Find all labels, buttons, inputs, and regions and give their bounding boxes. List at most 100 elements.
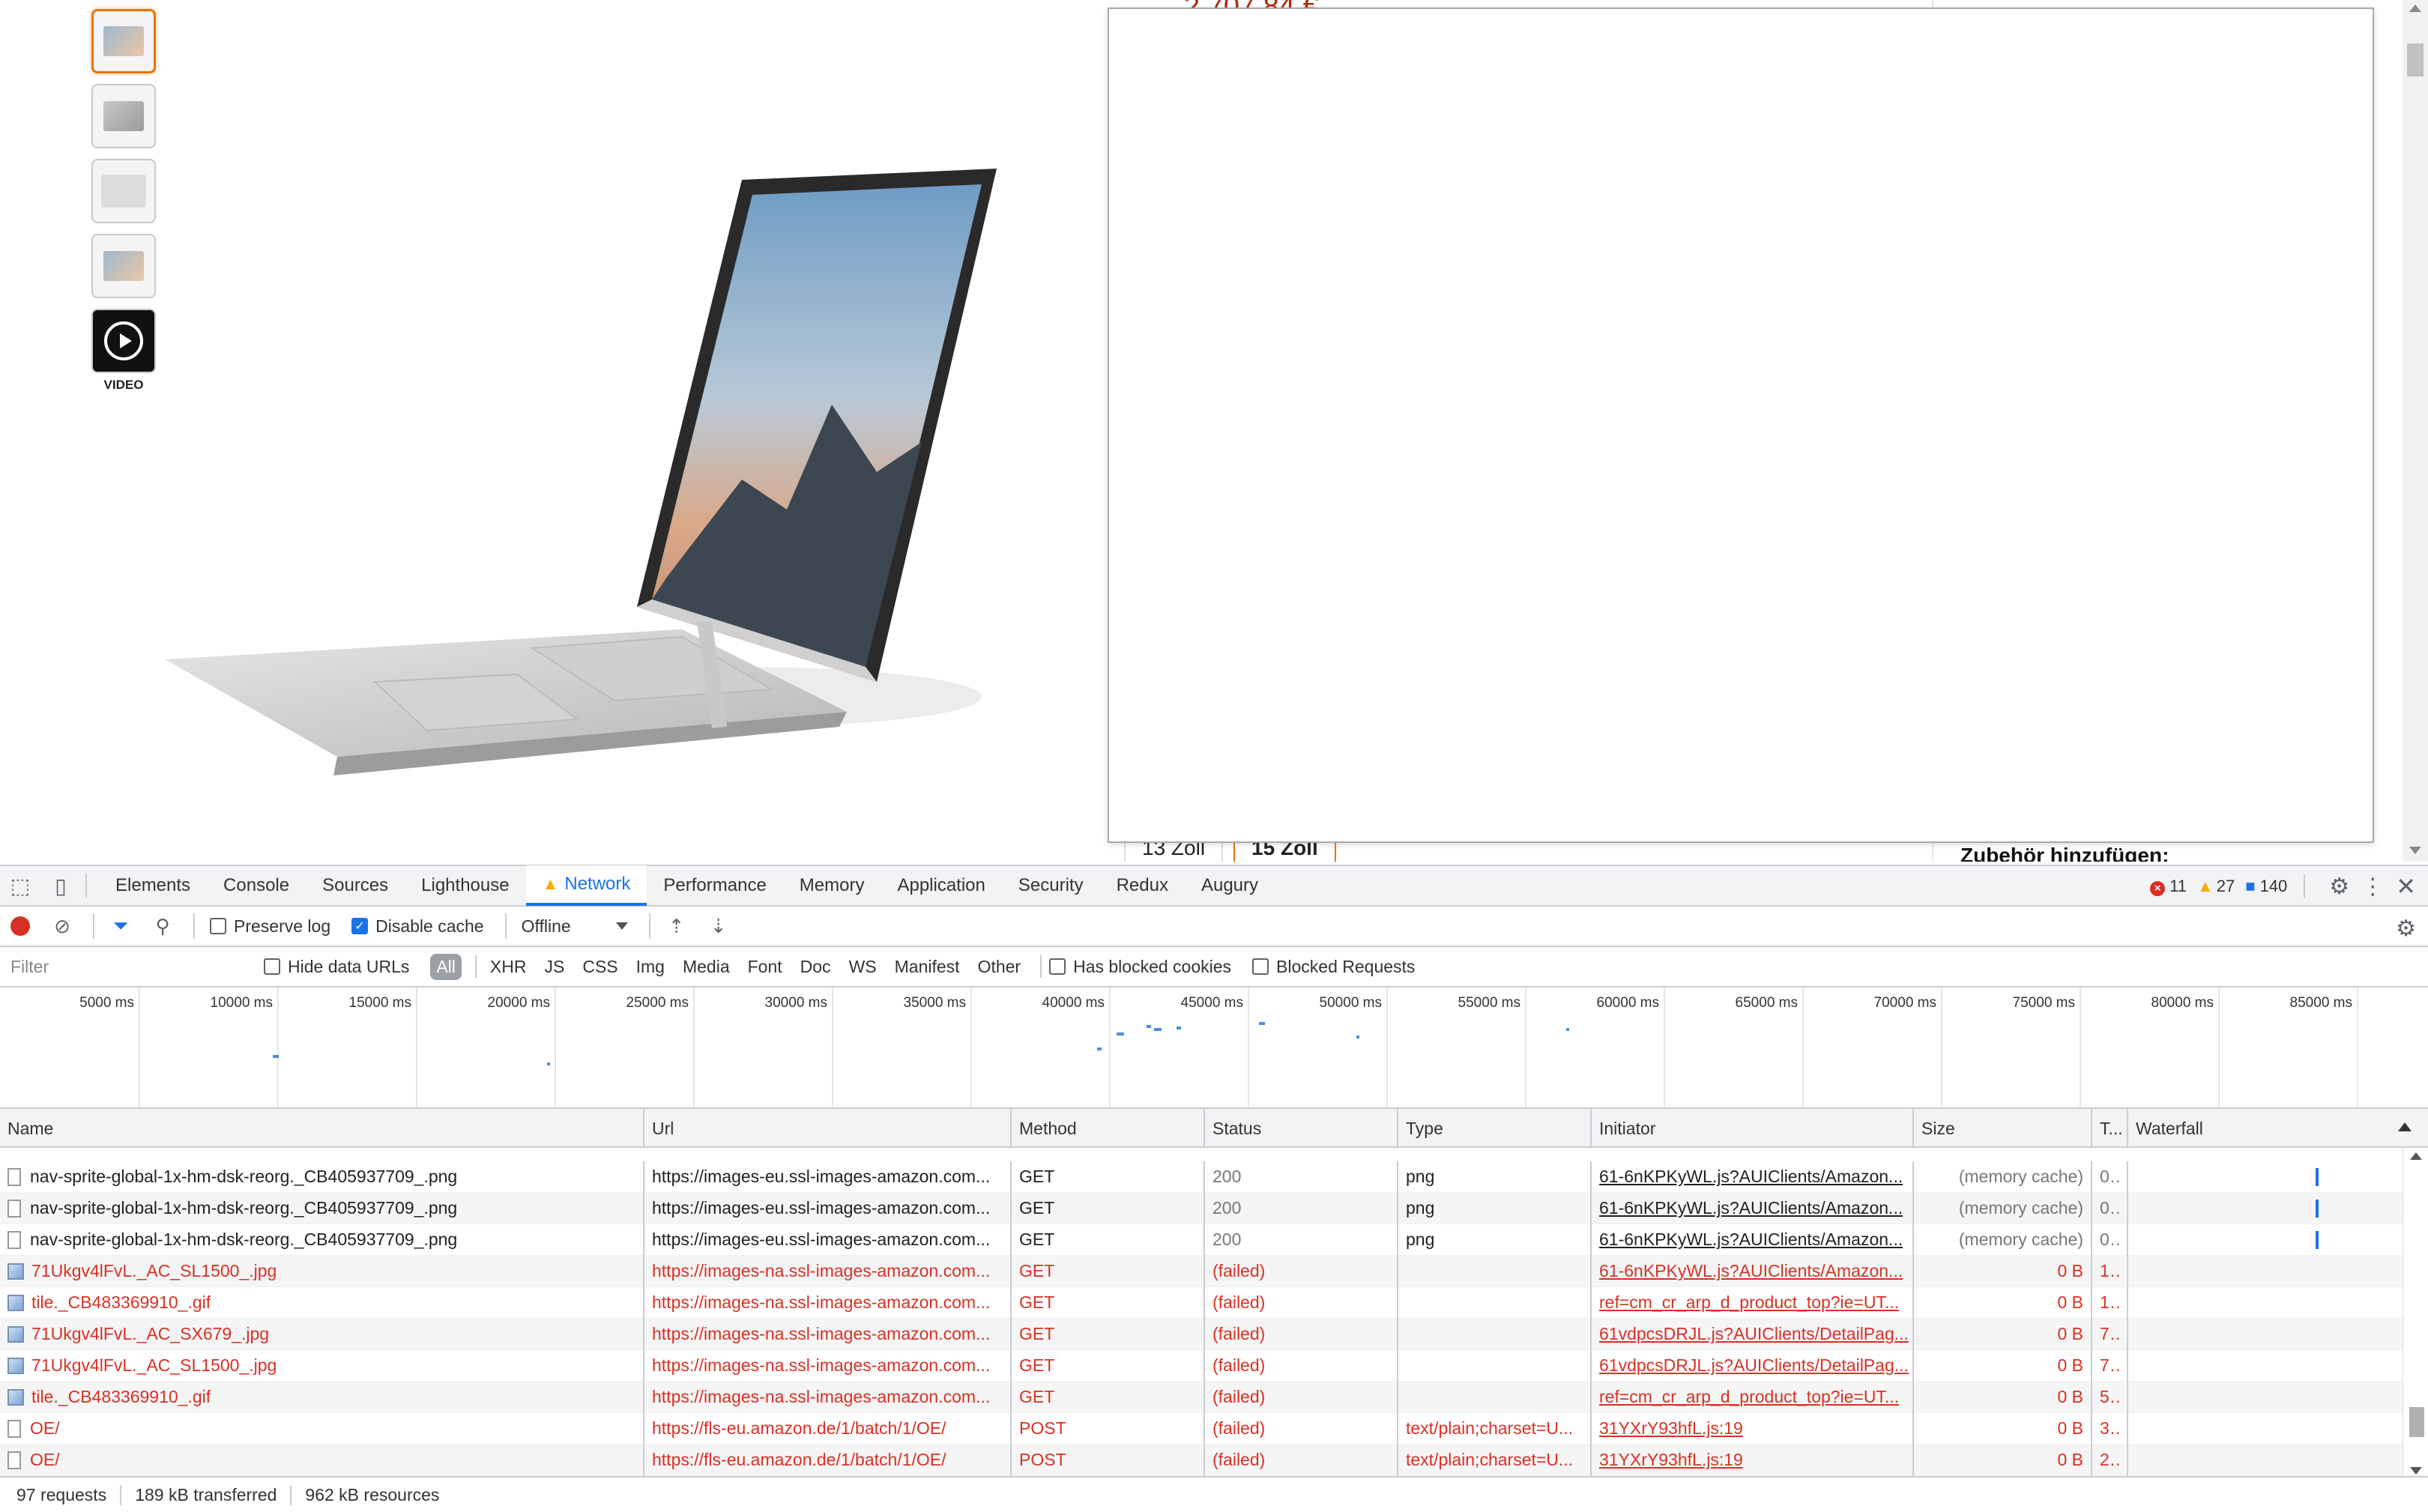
throttling-select[interactable]: Offline [522, 916, 628, 937]
cell-status: 200 [1205, 1224, 1398, 1256]
search-icon[interactable]: ⚲ [151, 915, 174, 937]
filter-type-doc[interactable]: Doc [794, 954, 837, 980]
scroll-up-icon[interactable] [2410, 1152, 2422, 1160]
filter-type-ws[interactable]: WS [843, 954, 883, 980]
filter-type-media[interactable]: Media [677, 954, 736, 980]
clear-icon[interactable]: ⊘ [51, 915, 73, 937]
column-header-type[interactable]: Type [1398, 1109, 1592, 1148]
hide-data-urls-checkbox[interactable]: Hide data URLs [264, 957, 409, 977]
filter-type-other[interactable]: Other [972, 954, 1027, 980]
inspect-element-icon[interactable]: ⬚ [0, 865, 40, 906]
table-row[interactable]: 71Ukgv4lFvL._AC_SL1500_.jpg https://image… [0, 1349, 2428, 1382]
tab-security[interactable]: Security [1002, 865, 1100, 906]
thumbnail-4[interactable] [91, 234, 156, 298]
column-header-waterfall[interactable]: Waterfall [2128, 1109, 2421, 1148]
filter-type-manifest[interactable]: Manifest [889, 954, 966, 980]
column-header-initiator[interactable]: Initiator [1592, 1109, 1914, 1148]
table-row[interactable]: OE/https://fls-eu.amazon.de/1/batch/1/OE… [0, 1412, 2428, 1445]
table-row[interactable]: 71Ukgv4lFvL._AC_SX679_.jpg https://images… [0, 1318, 2428, 1350]
scroll-thumb[interactable] [2407, 43, 2424, 76]
blocked-requests-checkbox[interactable]: Blocked Requests [1252, 957, 1415, 977]
filter-type-js[interactable]: JS [538, 954, 570, 980]
export-har-icon[interactable]: ⇣ [707, 915, 730, 937]
column-header-time[interactable]: T... [2092, 1109, 2128, 1148]
thumbnail-3[interactable] [91, 159, 156, 223]
document-file-icon [7, 1230, 21, 1249]
cell-size: 0 B [1914, 1286, 2092, 1319]
tab-redux[interactable]: Redux [1100, 865, 1185, 906]
tab-performance[interactable]: Performance [647, 865, 782, 906]
tab-elements[interactable]: Elements [99, 865, 207, 906]
issue-counts[interactable]: × 11 ▲ 27 ■ 140 [2150, 877, 2287, 896]
scroll-down-icon[interactable] [2410, 1467, 2422, 1475]
tab-network[interactable]: ▲ Network [525, 865, 647, 906]
product-image[interactable] [157, 157, 1012, 794]
scroll-thumb[interactable] [2409, 1407, 2424, 1437]
network-overview-timeline[interactable]: 5000 ms 10000 ms 15000 ms 20000 ms 25000 ms 3… [0, 988, 2428, 1109]
tab-sources[interactable]: Sources [306, 865, 405, 906]
cell-initiator[interactable]: ref=cm_cr_arp_d_product_top?ie=UT... [1592, 1286, 1914, 1319]
filter-type-css[interactable]: CSS [576, 954, 623, 980]
cell-size: (memory cache) [1914, 1224, 2092, 1256]
cell-method-text: GET [1019, 1198, 1055, 1218]
table-row[interactable]: tile._CB483369910_.gif https://images-na.… [0, 1381, 2428, 1413]
scroll-down-icon[interactable] [2409, 847, 2421, 854]
tab-lighthouse[interactable]: Lighthouse [405, 865, 525, 906]
table-row[interactable]: OE/https://fls-eu.amazon.de/1/batch/1/OE… [0, 1444, 2428, 1476]
cell-initiator[interactable]: 61-6nKPKyWL.js?AUIClients/Amazon... [1592, 1255, 1914, 1287]
cell-initiator[interactable]: 31YXrY93hfL.js:19 [1592, 1412, 1914, 1445]
filter-type-all[interactable]: All [430, 953, 462, 980]
table-row[interactable]: nav-sprite-global-1x-hm-dsk-reorg._CB405… [0, 1192, 2428, 1224]
tab-augury[interactable]: Augury [1185, 865, 1275, 906]
column-header-status[interactable]: Status [1205, 1109, 1398, 1148]
column-header-size[interactable]: Size [1914, 1109, 2092, 1148]
timeline-tick-label: 40000 ms [1042, 995, 1105, 1011]
thumbnail-2[interactable] [91, 84, 156, 148]
page-scrollbar[interactable] [2403, 0, 2428, 862]
column-header-method[interactable]: Method [1012, 1109, 1205, 1148]
has-blocked-cookies-checkbox[interactable]: Has blocked cookies [1049, 957, 1231, 977]
preserve-log-checkbox[interactable]: Preserve log [210, 916, 330, 937]
import-har-icon[interactable]: ⇡ [665, 915, 688, 937]
cell-initiator[interactable]: 61-6nKPKyWL.js?AUIClients/Amazon... [1592, 1192, 1914, 1224]
filter-type-xhr[interactable]: XHR [484, 954, 533, 980]
tab-application[interactable]: Application [881, 865, 1001, 906]
filter-icon[interactable]: ⏷ [109, 914, 132, 937]
cell-size-text: 0 B [2057, 1324, 2083, 1343]
timeline-tick-label: 65000 ms [1735, 995, 1798, 1011]
column-header-url[interactable]: Url [644, 1109, 1012, 1148]
cell-initiator[interactable]: 31YXrY93hfL.js:19 [1592, 1444, 1914, 1476]
close-icon[interactable]: ✕ [2396, 872, 2416, 901]
timeline-request-mark [1259, 1022, 1265, 1025]
settings-gear-icon[interactable]: ⚙ [2329, 874, 2349, 900]
filter-input[interactable]: Filter [10, 954, 249, 979]
table-row[interactable]: tile._CB483369910_.gif https://images-na.… [0, 1286, 2428, 1319]
cell-method: POST [1012, 1444, 1205, 1476]
device-toolbar-icon[interactable]: ▯ [40, 865, 81, 906]
table-row[interactable]: nav-sprite-global-1x-hm-dsk-reorg._CB405… [0, 1224, 2428, 1256]
cell-initiator[interactable]: 61-6nKPKyWL.js?AUIClients/Amazon... [1592, 1161, 1914, 1193]
cell-initiator[interactable]: 61vdpcsDRJL.js?AUIClients/DetailPag... [1592, 1349, 1914, 1382]
thumbnail-1[interactable] [91, 9, 156, 73]
waterfall-bar [2316, 1167, 2319, 1186]
record-button[interactable] [10, 916, 30, 936]
warning-icon: ▲ [542, 874, 559, 893]
column-header-name[interactable]: Name [0, 1109, 644, 1148]
tab-console[interactable]: Console [207, 865, 306, 906]
table-row[interactable]: nav-sprite-global-1x-hm-dsk-reorg._CB405… [0, 1161, 2428, 1193]
more-menu-icon[interactable]: ⋮ [2361, 874, 2384, 900]
disable-cache-checkbox[interactable]: ✓ Disable cache [351, 916, 484, 937]
devtools-panel: ⬚ ▯ Elements Console Sources Lighthouse … [0, 865, 2428, 1512]
tab-memory[interactable]: Memory [783, 865, 881, 906]
cell-initiator[interactable]: 61-6nKPKyWL.js?AUIClients/Amazon... [1592, 1224, 1914, 1256]
cell-url: https://images-na.ssl-images-amazon.com.… [644, 1349, 1012, 1382]
filter-type-font[interactable]: Font [742, 954, 788, 980]
cell-initiator[interactable]: ref=cm_cr_arp_d_product_top?ie=UT... [1592, 1381, 1914, 1413]
table-scrollbar[interactable] [2403, 1148, 2428, 1478]
network-settings-gear-icon[interactable]: ⚙ [2396, 916, 2416, 942]
table-row[interactable]: 71Ukgv4lFvL._AC_SL1500_.jpg https://image… [0, 1255, 2428, 1287]
filter-type-img[interactable]: Img [630, 954, 671, 980]
cell-initiator[interactable]: 61vdpcsDRJL.js?AUIClients/DetailPag... [1592, 1318, 1914, 1350]
thumbnail-video[interactable] [91, 309, 156, 373]
scroll-up-icon[interactable] [2409, 4, 2421, 12]
